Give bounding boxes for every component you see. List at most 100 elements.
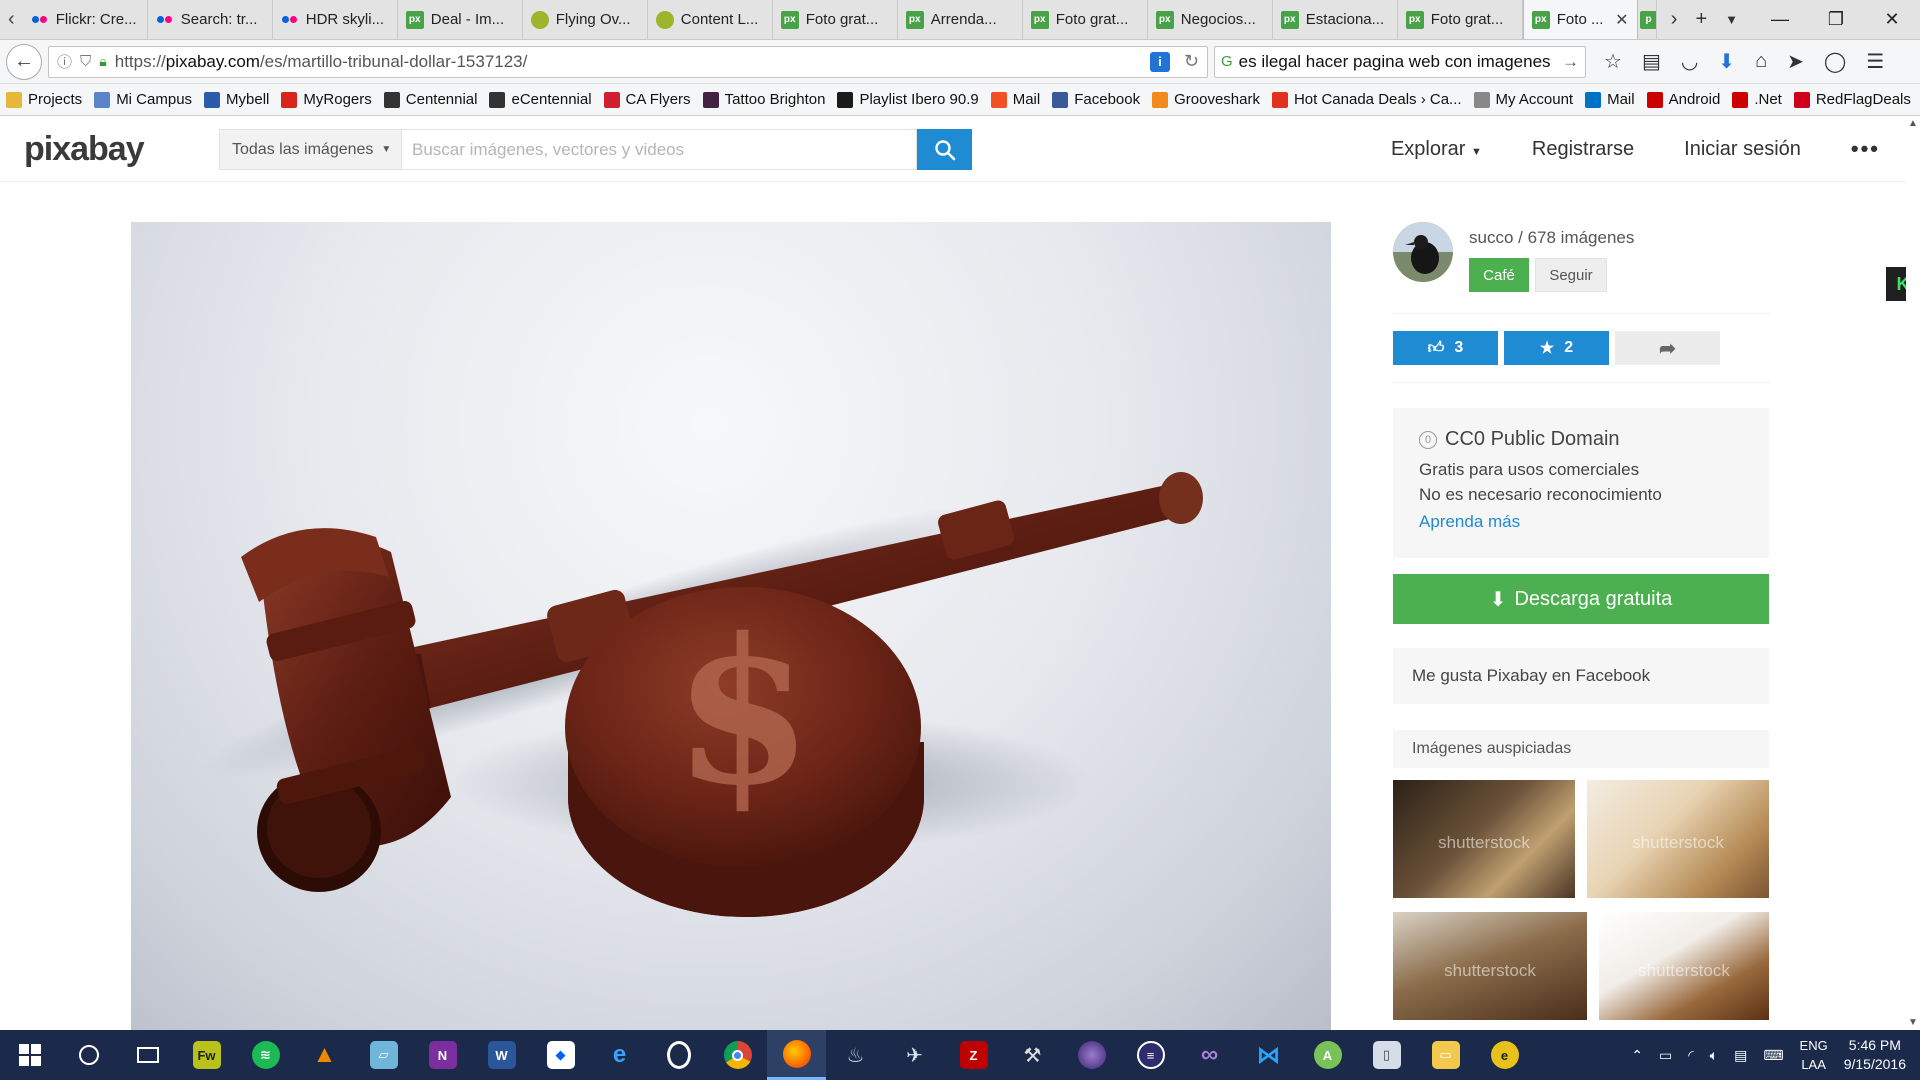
keyboard-icon[interactable]: ⌨ [1763, 1047, 1783, 1064]
bookmark-item[interactable]: Tattoo Brighton [702, 91, 825, 108]
bookmark-item[interactable]: Mi Campus [94, 91, 192, 108]
web-search-bar[interactable]: G es ilegal hacer pagina web con imagene… [1214, 45, 1586, 78]
free-download-button[interactable]: ⬇ Descarga gratuita [1393, 574, 1769, 624]
app-icon[interactable]: e [1475, 1030, 1534, 1080]
bookmark-item[interactable]: RedFlagDeals [1793, 91, 1911, 108]
bookmark-item[interactable]: .Net [1732, 91, 1782, 108]
tab[interactable]: Search: tr... [148, 0, 273, 39]
word-app-icon[interactable]: W [472, 1030, 531, 1080]
cortana-icon[interactable] [59, 1030, 118, 1080]
favorite-button[interactable]: ★ 2 [1504, 331, 1609, 365]
like-button[interactable]: 👍︎ 3 [1393, 331, 1498, 365]
app-icon[interactable]: ▯ [1357, 1030, 1416, 1080]
bookmark-item[interactable]: Android [1646, 91, 1720, 108]
tools-app-icon[interactable]: ⚒ [1003, 1030, 1062, 1080]
visual-studio-app-icon[interactable]: ∞ [1180, 1030, 1239, 1080]
chat-icon[interactable]: ◯ [1824, 49, 1846, 74]
show-hidden-icons-icon[interactable]: ⌃ [1631, 1047, 1643, 1064]
app-icon[interactable]: ≡ [1121, 1030, 1180, 1080]
learn-more-link[interactable]: Aprenda más [1419, 512, 1743, 532]
page-scrollbar[interactable]: ▲ ▼ [1906, 116, 1920, 1030]
battery-icon[interactable]: ▭ [1659, 1047, 1672, 1064]
login-link[interactable]: Iniciar sesión [1684, 138, 1801, 161]
author-name[interactable]: succo / 678 imágenes [1469, 228, 1634, 248]
tab[interactable]: px Estaciona... [1273, 0, 1398, 39]
scroll-up-icon[interactable]: ▲ [1908, 118, 1918, 129]
sponsored-thumb[interactable]: shutterstock [1393, 780, 1575, 898]
search-input[interactable] [401, 129, 917, 170]
tab-partial[interactable]: p [1638, 0, 1657, 39]
downloads-icon[interactable]: ⬇ [1718, 49, 1735, 74]
eclipse-app-icon[interactable] [1062, 1030, 1121, 1080]
back-button[interactable]: ← [6, 43, 42, 80]
bookmark-item[interactable]: eCentennial [489, 91, 592, 108]
pocket-icon[interactable]: ◡ [1681, 49, 1698, 74]
tab[interactable]: Flickr: Cre... [23, 0, 148, 39]
info-icon[interactable]: ⓘ [57, 51, 72, 72]
onenote-app-icon[interactable]: N [413, 1030, 472, 1080]
reload-icon[interactable]: ↻ [1184, 51, 1199, 72]
tab[interactable]: Content L... [648, 0, 773, 39]
search-type-select[interactable]: Todas las imágenes ▼ [219, 129, 401, 170]
bookmark-item[interactable]: Mail [1585, 91, 1635, 108]
clock[interactable]: 5:46 PM 9/15/2016 [1844, 1036, 1906, 1074]
new-tab-icon[interactable]: + [1695, 8, 1707, 31]
reading-list-icon[interactable]: ▤ [1642, 49, 1661, 74]
bookmark-item[interactable]: Projects [6, 91, 82, 108]
menu-icon[interactable]: ☰ [1866, 49, 1884, 74]
tab[interactable]: px Foto grat... [1398, 0, 1523, 39]
android-studio-app-icon[interactable]: A [1298, 1030, 1357, 1080]
bookmark-item[interactable]: Mail [990, 91, 1040, 108]
send-icon[interactable]: ➤ [1787, 49, 1804, 74]
app-icon[interactable]: ✈ [885, 1030, 944, 1080]
share-button[interactable]: ➦ [1615, 331, 1720, 365]
explore-menu[interactable]: Explorar ▼ [1391, 138, 1482, 161]
pixabay-logo[interactable]: pixabay [24, 130, 145, 169]
volume-icon[interactable]: 🔈︎ [1710, 1047, 1718, 1064]
tab[interactable]: px Foto grat... [773, 0, 898, 39]
bookmark-item[interactable]: CA Flyers [603, 91, 691, 108]
facebook-like-box[interactable]: Me gusta Pixabay en Facebook [1393, 648, 1769, 704]
edge-app-icon[interactable]: e [590, 1030, 649, 1080]
bookmark-item[interactable]: Grooveshark [1152, 91, 1260, 108]
scroll-down-icon[interactable]: ▼ [1908, 1017, 1918, 1028]
tab[interactable]: Flying Ov... [523, 0, 648, 39]
page-info-icon[interactable]: i [1149, 51, 1170, 72]
minimize-icon[interactable]: — [1752, 9, 1808, 30]
main-image[interactable]: $ [131, 222, 1331, 1030]
notification-icon[interactable]: ▤ [1734, 1047, 1747, 1064]
bookmark-item[interactable]: Mybell [204, 91, 269, 108]
address-bar[interactable]: ⓘ ⛉ 🔒︎ https://pixabay.com/es/martillo-t… [48, 45, 1208, 78]
bookmark-star-icon[interactable]: ☆ [1604, 49, 1622, 74]
close-window-icon[interactable]: ✕ [1864, 9, 1920, 30]
sponsored-thumb[interactable]: shutterstock [1393, 912, 1587, 1020]
firefox-app-icon[interactable] [767, 1030, 826, 1080]
file-explorer-app-icon[interactable]: ▭ [1416, 1030, 1475, 1080]
bookmark-item[interactable]: Centennial [383, 91, 477, 108]
search-button[interactable] [917, 129, 972, 170]
chrome-app-icon[interactable] [708, 1030, 767, 1080]
bookmark-item[interactable]: Hot Canada Deals › Ca... [1271, 91, 1462, 108]
vscode-app-icon[interactable]: ⋈ [1239, 1030, 1298, 1080]
coffee-button[interactable]: Café [1469, 258, 1529, 292]
register-link[interactable]: Registrarse [1532, 138, 1634, 161]
bookmark-item[interactable]: MyRogers [281, 91, 372, 108]
vlc-app-icon[interactable]: ▲ [295, 1030, 354, 1080]
start-button[interactable] [0, 1030, 59, 1080]
search-query[interactable]: es ilegal hacer pagina web con imagenes [1239, 52, 1551, 72]
bookmark-item[interactable]: Playlist Ibero 90.9 [837, 91, 979, 108]
more-menu-icon[interactable]: ••• [1851, 136, 1880, 162]
tab[interactable]: px Deal - Im... [398, 0, 523, 39]
search-go-icon[interactable]: → [1562, 52, 1579, 72]
dropbox-app-icon[interactable]: ◆ [531, 1030, 590, 1080]
app-icon[interactable]: ▱ [354, 1030, 413, 1080]
tab[interactable]: HDR skyli... [273, 0, 398, 39]
sponsored-thumb[interactable]: shutterstock [1599, 912, 1769, 1020]
home-icon[interactable]: ⌂ [1755, 50, 1767, 73]
filezilla-app-icon[interactable]: Z [944, 1030, 1003, 1080]
bookmark-item[interactable]: Facebook [1052, 91, 1140, 108]
spotify-app-icon[interactable]: ≋ [236, 1030, 295, 1080]
url-text[interactable]: https://pixabay.com/es/martillo-tribunal… [115, 52, 528, 72]
wifi-icon[interactable]: ◜ [1688, 1047, 1693, 1064]
task-view-icon[interactable] [118, 1030, 177, 1080]
